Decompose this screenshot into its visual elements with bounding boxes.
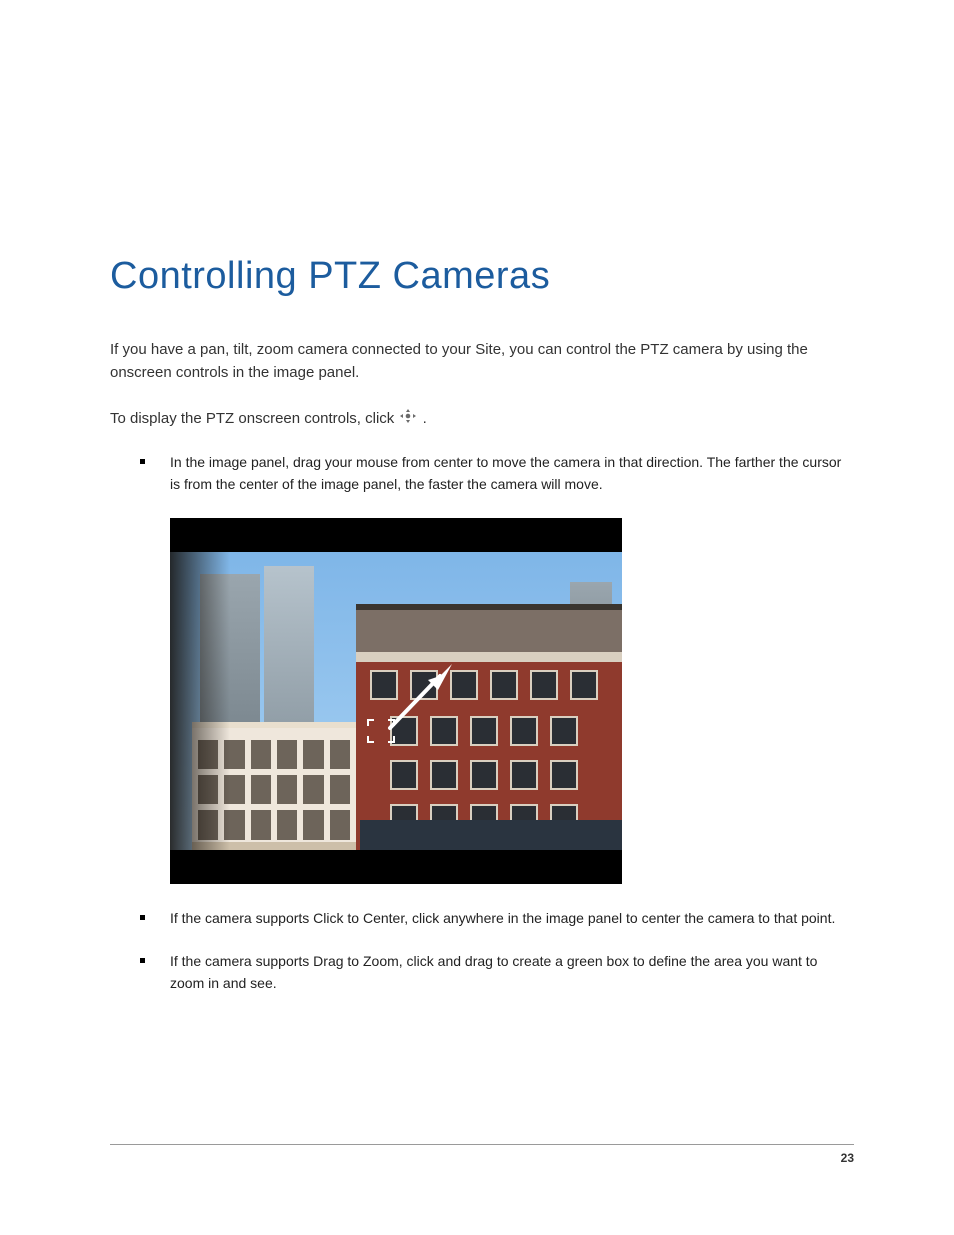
intro-paragraph: If you have a pan, tilt, zoom camera con… <box>110 338 854 385</box>
page-number: 23 <box>841 1151 854 1165</box>
bullet-item: If the camera supports Click to Center, … <box>140 908 854 930</box>
page-footer: 23 <box>110 1144 854 1165</box>
display-controls-prefix: To display the PTZ onscreen controls, cl… <box>110 410 398 427</box>
drag-arrow-icon <box>380 658 460 738</box>
display-controls-suffix: . <box>423 410 427 427</box>
bullet-item: If the camera supports Drag to Zoom, cli… <box>140 951 854 994</box>
page-title: Controlling PTZ Cameras <box>110 255 854 298</box>
bullet-item: In the image panel, drag your mouse from… <box>140 452 854 495</box>
ptz-demo-image <box>170 518 622 884</box>
display-controls-paragraph: To display the PTZ onscreen controls, cl… <box>110 407 854 431</box>
ptz-controls-icon <box>400 407 416 430</box>
